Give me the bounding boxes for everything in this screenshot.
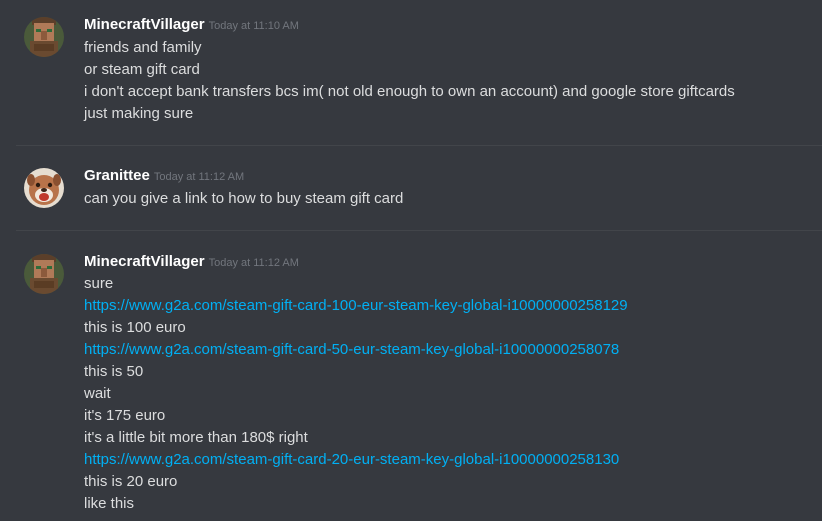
message-divider bbox=[16, 230, 822, 231]
username[interactable]: Granittee bbox=[84, 167, 150, 184]
message-header: MinecraftVillager Today at 11:12 AM bbox=[84, 253, 299, 271]
dog-avatar-icon[interactable] bbox=[24, 168, 64, 208]
message-text: friends and family bbox=[84, 39, 202, 56]
message-text: like this bbox=[84, 495, 135, 512]
message-header: MinecraftVillager Today at 11:10 AM bbox=[84, 16, 299, 34]
villager-avatar-icon[interactable] bbox=[24, 254, 64, 294]
message-text: or steam gift card bbox=[84, 61, 200, 78]
message-text: this is 50 bbox=[84, 363, 144, 380]
message-link[interactable]: https://www.g2a.com/steam-gift-card-50-e… bbox=[84, 339, 619, 361]
message-link[interactable]: https://www.g2a.com/steam-gift-card-20-e… bbox=[84, 449, 619, 471]
username[interactable]: MinecraftVillager bbox=[84, 253, 205, 270]
message-text: just making sure bbox=[84, 105, 194, 122]
message-text: it's a little bit more than 180$ right bbox=[84, 429, 308, 446]
message-text: i don't accept bank transfers bcs im( no… bbox=[84, 83, 735, 100]
message-link[interactable]: https://www.g2a.com/steam-gift-card-100-… bbox=[84, 295, 628, 317]
message-text: can you give a link to how to buy steam … bbox=[84, 190, 404, 207]
message-text: sure bbox=[84, 275, 114, 292]
timestamp: Today at 11:12 AM bbox=[208, 257, 299, 269]
message-header: Granittee Today at 11:12 AM bbox=[84, 167, 244, 185]
message-divider bbox=[16, 145, 822, 146]
message-text: this is 100 euro bbox=[84, 319, 186, 336]
message-text: this is 20 euro bbox=[84, 473, 178, 490]
message-text: it's 175 euro bbox=[84, 407, 166, 424]
username[interactable]: MinecraftVillager bbox=[84, 16, 205, 33]
timestamp: Today at 11:10 AM bbox=[208, 20, 299, 32]
villager-avatar-icon[interactable] bbox=[24, 17, 64, 57]
message-text: wait bbox=[84, 385, 111, 402]
timestamp: Today at 11:12 AM bbox=[153, 171, 245, 183]
